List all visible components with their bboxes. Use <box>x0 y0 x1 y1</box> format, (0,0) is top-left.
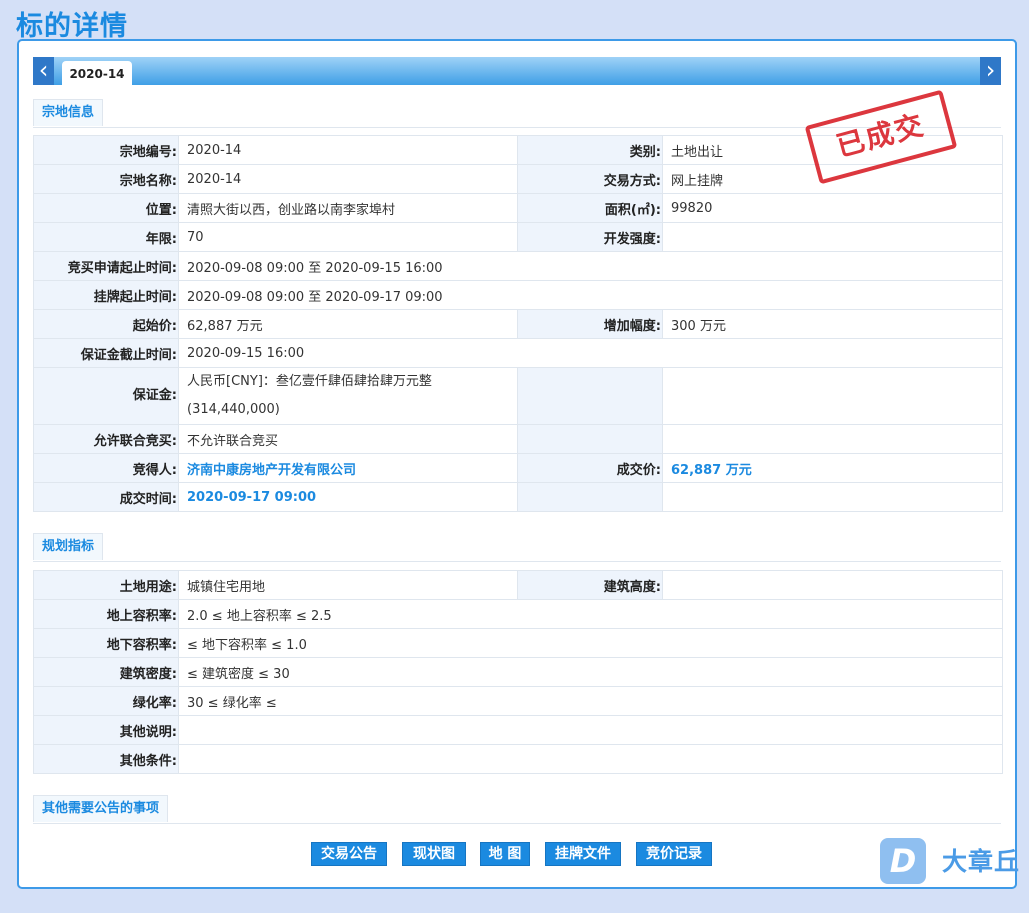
joint-bid-empty-value <box>662 424 1003 454</box>
deal-time-empty-value <box>662 482 1003 512</box>
increment-value: 300 万元 <box>662 309 1003 339</box>
building-height-label: 建筑高度: <box>517 570 663 600</box>
area-value: 99820 <box>662 193 1003 223</box>
start-price-label: 起始价: <box>33 309 179 339</box>
winner-value: 济南中康房地产开发有限公司 <box>178 453 518 483</box>
joint-bid-empty-label <box>517 424 663 454</box>
category-label: 类别: <box>517 135 663 165</box>
far-above-label: 地上容积率: <box>33 599 179 629</box>
map-button[interactable]: 地 图 <box>480 842 530 866</box>
table-row: 保证金截止时间: 2020-09-15 16:00 <box>33 338 1003 368</box>
table-row: 建筑密度: ≤ 建筑密度 ≤ 30 <box>33 657 1003 687</box>
increment-label: 增加幅度: <box>517 309 663 339</box>
announcement-button[interactable]: 交易公告 <box>311 842 387 866</box>
parcel-info-table: 宗地编号: 2020-14 类别: 土地出让 宗地名称: 2020-14 交易方… <box>33 135 1003 512</box>
table-row: 竞得人: 济南中康房地产开发有限公司 成交价: 62,887 万元 <box>33 453 1003 483</box>
parcel-no-label: 宗地编号: <box>33 135 179 165</box>
building-height-value <box>662 570 1003 600</box>
green-label: 绿化率: <box>33 686 179 716</box>
green-value: 30 ≤ 绿化率 ≤ <box>178 686 1003 716</box>
action-buttons: 交易公告 现状图 地 图 挂牌文件 竞价记录 <box>19 842 1015 866</box>
area-label: 面积(㎡): <box>517 193 663 223</box>
section-other-notices: 其他需要公告的事项 <box>33 795 1001 824</box>
section-planning-title: 规划指标 <box>33 533 104 560</box>
bid-record-button[interactable]: 竞价记录 <box>636 842 712 866</box>
table-row: 绿化率: 30 ≤ 绿化率 ≤ <box>33 686 1003 716</box>
section-other-notices-title: 其他需要公告的事项 <box>33 795 169 822</box>
section-parcel-info-title: 宗地信息 <box>33 99 104 126</box>
table-row: 其他说明: <box>33 715 1003 745</box>
deposit-deadline-label: 保证金截止时间: <box>33 338 179 368</box>
far-below-label: 地下容积率: <box>33 628 179 658</box>
deal-price-value: 62,887 万元 <box>662 453 1003 483</box>
deposit-amount-number: (314,440,000) <box>187 402 280 417</box>
winner-label: 竞得人: <box>33 453 179 483</box>
density-label: 建筑密度: <box>33 657 179 687</box>
other-note-label: 其他说明: <box>33 715 179 745</box>
joint-bid-value: 不允许联合竞买 <box>178 424 518 454</box>
section-planning: 规划指标 <box>33 533 1001 562</box>
bid-period-label: 竞买申请起止时间: <box>33 251 179 281</box>
listing-period-value: 2020-09-08 09:00 至 2020-09-17 09:00 <box>178 280 1003 310</box>
deposit-label: 保证金: <box>33 367 179 425</box>
term-label: 年限: <box>33 222 179 252</box>
listing-period-label: 挂牌起止时间: <box>33 280 179 310</box>
deal-time-label: 成交时间: <box>33 482 179 512</box>
table-row: 竞买申请起止时间: 2020-09-08 09:00 至 2020-09-15 … <box>33 251 1003 281</box>
tab-bar: ‹ 2020-14 › <box>33 57 1001 85</box>
table-row: 允许联合竞买: 不允许联合竞买 <box>33 424 1003 454</box>
trade-method-label: 交易方式: <box>517 164 663 194</box>
status-map-button[interactable]: 现状图 <box>402 842 466 866</box>
start-price-value: 62,887 万元 <box>178 309 518 339</box>
planning-table: 土地用途: 城镇住宅用地 建筑高度: 地上容积率: 2.0 ≤ 地上容积率 ≤ … <box>33 570 1003 774</box>
brand-watermark: D 大章丘 <box>880 838 1029 888</box>
table-row: 地下容积率: ≤ 地下容积率 ≤ 1.0 <box>33 628 1003 658</box>
far-below-value: ≤ 地下容积率 ≤ 1.0 <box>178 628 1003 658</box>
parcel-no-value: 2020-14 <box>178 135 518 165</box>
deal-time-empty-label <box>517 482 663 512</box>
deposit-value: 人民币[CNY]：叁亿壹仟肆佰肆拾肆万元整 (314,440,000) <box>178 367 518 425</box>
land-use-value: 城镇住宅用地 <box>178 570 518 600</box>
brand-name: 大章丘 <box>942 847 1021 876</box>
bid-period-value: 2020-09-08 09:00 至 2020-09-15 16:00 <box>178 251 1003 281</box>
detail-panel: ‹ 2020-14 › 宗地信息 宗地编号: 2020-14 类别: 土地出让 … <box>17 39 1017 889</box>
table-row: 起始价: 62,887 万元 增加幅度: 300 万元 <box>33 309 1003 339</box>
deposit-empty-value <box>662 367 1003 425</box>
tab-next-arrow-icon[interactable]: › <box>980 57 1001 85</box>
deposit-empty-label <box>517 367 663 425</box>
joint-bid-label: 允许联合竞买: <box>33 424 179 454</box>
density-value: ≤ 建筑密度 ≤ 30 <box>178 657 1003 687</box>
far-above-value: 2.0 ≤ 地上容积率 ≤ 2.5 <box>178 599 1003 629</box>
deal-price-label: 成交价: <box>517 453 663 483</box>
deposit-deadline-value: 2020-09-15 16:00 <box>178 338 1003 368</box>
table-row: 其他条件: <box>33 744 1003 774</box>
dev-intensity-label: 开发强度: <box>517 222 663 252</box>
table-row: 年限: 70 开发强度: <box>33 222 1003 252</box>
deal-time-value: 2020-09-17 09:00 <box>178 482 518 512</box>
other-cond-label: 其他条件: <box>33 744 179 774</box>
location-value: 清照大街以西，创业路以南李家埠村 <box>178 193 518 223</box>
tab-2020-14[interactable]: 2020-14 <box>62 61 132 85</box>
table-row: 成交时间: 2020-09-17 09:00 <box>33 482 1003 512</box>
tab-prev-arrow-icon[interactable]: ‹ <box>33 57 54 85</box>
table-row: 挂牌起止时间: 2020-09-08 09:00 至 2020-09-17 09… <box>33 280 1003 310</box>
table-row: 保证金: 人民币[CNY]：叁亿壹仟肆佰肆拾肆万元整 (314,440,000) <box>33 367 1003 425</box>
table-row: 位置: 清照大街以西，创业路以南李家埠村 面积(㎡): 99820 <box>33 193 1003 223</box>
other-cond-value <box>178 744 1003 774</box>
table-row: 土地用途: 城镇住宅用地 建筑高度: <box>33 570 1003 600</box>
page-title: 标的详情 <box>16 11 128 42</box>
table-row: 地上容积率: 2.0 ≤ 地上容积率 ≤ 2.5 <box>33 599 1003 629</box>
brand-logo-icon: D <box>880 838 926 884</box>
parcel-name-label: 宗地名称: <box>33 164 179 194</box>
listing-docs-button[interactable]: 挂牌文件 <box>545 842 621 866</box>
location-label: 位置: <box>33 193 179 223</box>
other-note-value <box>178 715 1003 745</box>
parcel-name-value: 2020-14 <box>178 164 518 194</box>
dev-intensity-value <box>662 222 1003 252</box>
land-use-label: 土地用途: <box>33 570 179 600</box>
deposit-amount-text: 人民币[CNY]：叁亿壹仟肆佰肆拾肆万元整 <box>187 374 432 389</box>
term-value: 70 <box>178 222 518 252</box>
